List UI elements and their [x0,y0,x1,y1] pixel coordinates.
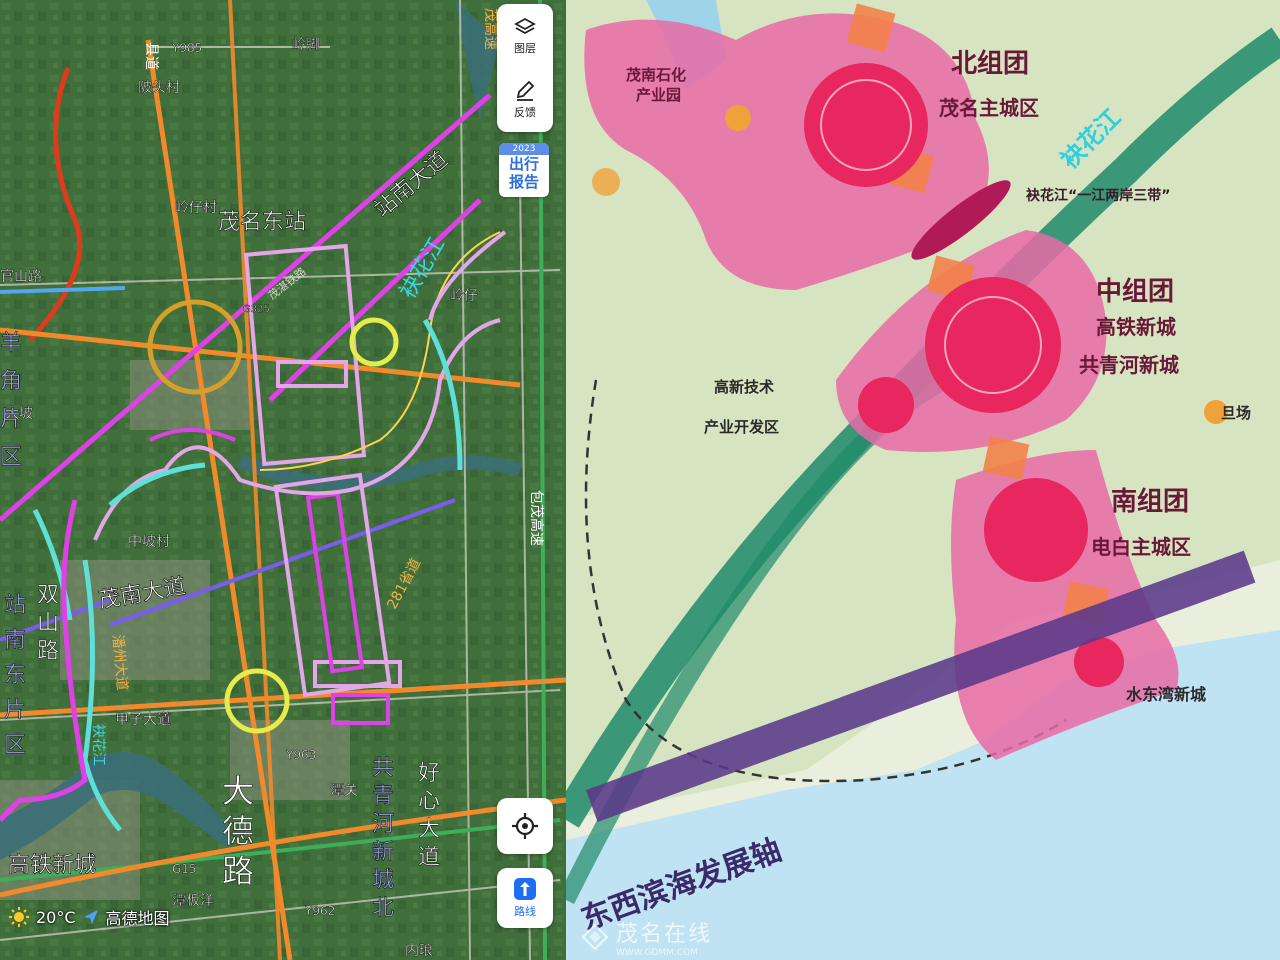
watermark-url: WWW.GDMM.COM [616,948,698,958]
crosshair-icon [512,813,538,839]
label-middle-group: 中组团 [1096,276,1174,307]
report-title-line-2: 报告 [508,173,539,191]
route-label: 路线 [514,905,536,918]
map-tools-panel: 图层 反馈 [497,4,553,132]
label-neilang: 内琅 [405,943,433,959]
report-year: 2023 [499,143,549,155]
temperature-text: 20°C [36,907,76,927]
label-tanbanyang: 潭板洋 [172,892,214,909]
label-y962: Y962 [304,904,335,918]
label-baomao-expressway: 包茂高速 [528,490,545,546]
label-maoming-east-station: 茂名东站 [218,210,306,235]
layer-label: 图层 [514,42,536,55]
feedback-button[interactable]: 反馈 [497,68,553,132]
watermark-text: 茂名在线 [616,922,713,947]
route-arrow-icon [514,878,536,900]
label-g325: G325 [243,304,270,315]
label-y985: Y985 [171,41,202,55]
label-high-speed-rail-city: 高铁新城 [8,853,96,878]
label-shuidonggang: 水东湾新城 [1126,685,1206,704]
satellite-map-canvas[interactable]: Y985 岭脚 陂头村 岭仔村 官山路 岭仔 大坡 中坡村 甲子大道 Y963 … [0,0,566,960]
label-dianbai-main-city: 电白主城区 [1091,535,1191,559]
label-zhongpo-village: 中坡村 [128,534,170,550]
layers-icon [514,17,536,35]
layer-button[interactable]: 图层 [497,4,553,68]
watermark-logo-icon [581,923,609,951]
label-shuangshan-road: 双山路 [37,583,59,664]
label-lingtou-village: 陂头村 [138,80,180,96]
label-north-group: 北组团 [951,48,1029,79]
label-gaoxin-2: 产业开发区 [704,418,779,436]
planning-map-canvas[interactable]: 北组团 茂名主城区 茂南石化 产业园 袂花江“一江两岸三带” 中组团 高铁新城 … [566,0,1280,960]
label-hsr-new-city: 高铁新城 [1096,315,1176,339]
watermark: 茂名在线 WWW.GDMM.COM [580,916,712,958]
label-danshan: 旦场 [1221,404,1251,422]
route-button[interactable]: 路线 [497,868,553,928]
label-dade-road: 大德路 [222,772,254,890]
label-g15: G15 [172,862,197,876]
label-gaoxin-1: 高新技术 [714,378,774,396]
label-south-group: 南组团 [1111,486,1189,517]
map-status-bar: 20°C 高德地图 [8,905,170,929]
label-gongqinghe-new-city: 共青河新城 [1079,353,1179,377]
label-river-banks: 袂花江“一江两岸三带” [1026,187,1170,204]
locate-button[interactable] [497,798,553,854]
label-jiazi-avenue: 甲子大道 [115,712,171,728]
label-y963: Y963 [285,748,316,762]
label-lingzai-village: 岭仔村 [175,200,217,216]
label-linjiao: 岭脚 [292,37,320,53]
label-county-road: 县道 [143,42,159,70]
label-maonan-petrochem-2: 产业园 [636,86,681,104]
report-title-line-1: 出行 [508,155,539,173]
label-lingzai: 岭仔 [450,288,478,304]
sun-icon [9,907,29,927]
label-tanguan: 潭关 [330,782,358,799]
label-maonan-petrochem-1: 茂南石化 [626,66,686,84]
satellite-map-panel[interactable]: Y985 岭脚 陂头村 岭仔村 官山路 岭仔 大坡 中坡村 甲子大道 Y963 … [0,0,566,960]
label-maoming-main-city: 茂名主城区 [939,96,1039,120]
amap-logo-icon [83,910,98,924]
label-zhannan-east-district: 站南东片区 [4,593,26,758]
label-yuanjie: 官山路 [0,269,42,285]
pencil-icon [516,80,535,101]
brand-text: 高德地图 [105,909,170,928]
planning-map-panel[interactable]: 北组团 茂名主城区 茂南石化 产业园 袂花江“一江两岸三带” 中组团 高铁新城 … [566,0,1280,960]
feedback-label: 反馈 [514,106,536,119]
travel-report-badge[interactable]: 2023 出行 报告 [499,143,549,197]
label-xiaohua-river-small: 袂花江 [90,724,106,766]
